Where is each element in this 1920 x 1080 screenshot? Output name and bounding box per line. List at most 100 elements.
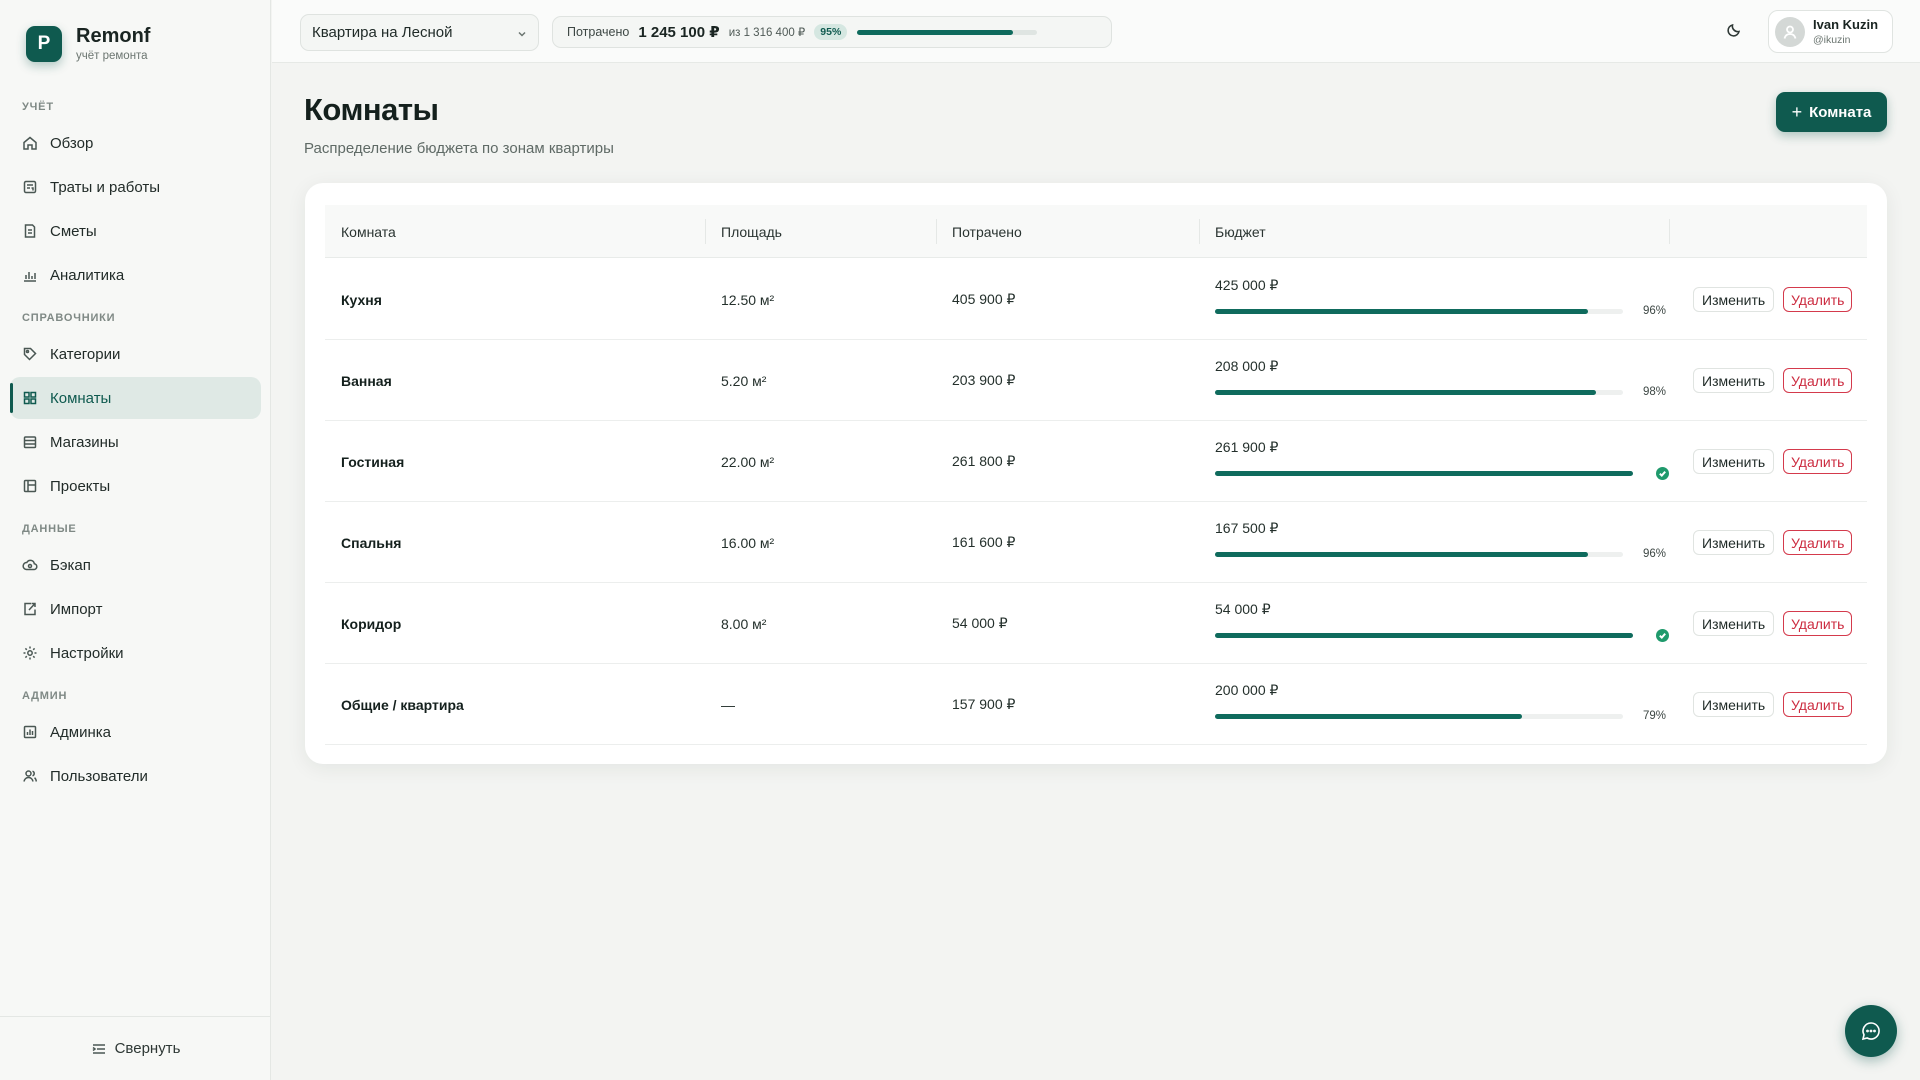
room-budget: 208 000 ₽: [1215, 358, 1279, 374]
column-header-spent: Потрачено: [952, 223, 1022, 240]
room-budget: 167 500 ₽: [1215, 520, 1279, 536]
project-select[interactable]: Квартира на Лесной: [300, 14, 539, 51]
room-area: 8.00 м²: [721, 615, 767, 632]
brand-logo: P: [26, 25, 62, 62]
spent-progress-fill: [857, 29, 1014, 35]
sidebar-item-settings[interactable]: Настройки: [10, 632, 261, 674]
delete-button[interactable]: Удалить: [1783, 449, 1853, 474]
sidebar-item-label: Настройки: [50, 644, 124, 662]
delete-button[interactable]: Удалить: [1783, 692, 1853, 717]
sidebar-item-rooms[interactable]: Комнаты: [10, 377, 261, 419]
collapse-label: Свернуть: [114, 1040, 181, 1057]
budget-progress-fill: [1215, 309, 1589, 314]
sidebar-item-label: Магазины: [50, 433, 119, 451]
sidebar-item-estimates[interactable]: Сметы: [10, 210, 261, 252]
edit-button[interactable]: Изменить: [1693, 530, 1775, 555]
users-icon: [22, 768, 38, 784]
budget-progress-bar: [1215, 714, 1623, 719]
sidebar-item-label: Траты и работы: [50, 178, 160, 196]
table-row: Коридор 8.00 м² 54 000 ₽ 54 000 ₽ Изменить Уд…: [325, 583, 1867, 664]
sidebar-item-label: Бэкап: [50, 556, 91, 574]
sidebar-item-backup[interactable]: Бэкап: [10, 544, 261, 586]
store-icon: [22, 434, 38, 450]
room-name: Общие / квартира: [341, 696, 464, 713]
room-name: Спальня: [341, 534, 402, 551]
user-name: Ivan Kuzin: [1813, 17, 1879, 32]
spent-label: Потрачено: [567, 25, 630, 39]
edit-button[interactable]: Изменить: [1693, 449, 1775, 474]
estimate-icon: [22, 223, 38, 239]
check-icon: [1656, 629, 1669, 642]
room-area: 22.00 м²: [721, 453, 775, 470]
budget-progress-fill: [1215, 471, 1633, 476]
sidebar-item-label: Аналитика: [50, 266, 125, 284]
sidebar-item-label: Импорт: [50, 600, 103, 618]
chat-button[interactable]: [1845, 1005, 1897, 1057]
sidebar-item-overview[interactable]: Обзор: [10, 122, 261, 164]
sidebar-item-admin[interactable]: Админка: [10, 711, 261, 753]
edit-button[interactable]: Изменить: [1693, 692, 1775, 717]
column-header-room: Комната: [341, 223, 396, 240]
room-area: 16.00 м²: [721, 534, 775, 551]
table-row: Гостиная 22.00 м² 261 800 ₽ 261 900 ₽ Измени…: [325, 421, 1867, 502]
user-icon: [1783, 25, 1797, 39]
budget-percent: 98%: [1643, 386, 1667, 398]
room-spent: 157 900 ₽: [952, 696, 1016, 712]
room-budget: 425 000 ₽: [1215, 277, 1279, 293]
room-area: —: [721, 696, 735, 713]
collapse-icon: [92, 1043, 105, 1054]
column-header-budget: Бюджет: [1215, 223, 1266, 240]
rooms-table: Комната Площадь Потрачено Бюджет Кухня 12…: [305, 183, 1887, 764]
room-spent: 161 600 ₽: [952, 534, 1016, 550]
edit-button[interactable]: Изменить: [1693, 611, 1775, 636]
collapse-sidebar-button[interactable]: Свернуть: [0, 1016, 271, 1080]
column-header-area: Площадь: [721, 223, 782, 240]
delete-button[interactable]: Удалить: [1783, 368, 1853, 393]
room-name: Кухня: [341, 291, 382, 308]
theme-toggle-button[interactable]: [1726, 22, 1744, 40]
add-room-label: Комната: [1809, 103, 1872, 121]
room-spent: 54 000 ₽: [952, 615, 1008, 631]
spent-total: из 1 316 400 ₽: [728, 27, 806, 39]
tag-icon: [22, 346, 38, 362]
sidebar-item-expenses[interactable]: Траты и работы: [10, 166, 261, 208]
room-name: Ванная: [341, 372, 392, 389]
page-subtitle: Распределение бюджета по зонам квартиры: [304, 140, 614, 157]
delete-button[interactable]: Удалить: [1783, 611, 1853, 636]
budget-progress-bar: [1215, 633, 1633, 638]
budget-progress-fill: [1215, 552, 1589, 557]
sidebar-item-analytics[interactable]: Аналитика: [10, 254, 261, 296]
sidebar-item-users[interactable]: Пользователи: [10, 755, 261, 797]
spent-progress-bar: [857, 29, 1038, 35]
gear-icon: [22, 645, 38, 661]
sidebar-item-import[interactable]: Импорт: [10, 588, 261, 630]
column-divider: [705, 219, 706, 244]
admin-icon: [22, 724, 38, 740]
column-divider: [1669, 219, 1670, 244]
edit-button[interactable]: Изменить: [1693, 287, 1775, 312]
edit-button[interactable]: Изменить: [1693, 368, 1775, 393]
delete-button[interactable]: Удалить: [1783, 287, 1853, 312]
budget-percent: 79%: [1643, 710, 1667, 722]
table-row: Спальня 16.00 м² 161 600 ₽ 167 500 ₽ 96% Изме…: [325, 502, 1867, 583]
sidebar-item-projects[interactable]: Проекты: [10, 465, 261, 507]
delete-button[interactable]: Удалить: [1783, 530, 1853, 555]
brand-name: Remonf: [76, 25, 151, 47]
sidebar-item-categories[interactable]: Категории: [10, 333, 261, 375]
brand[interactable]: P Remonf учёт ремонта: [26, 25, 150, 62]
budget-progress-bar: [1215, 471, 1633, 476]
import-icon: [22, 601, 38, 617]
sidebar-item-label: Проекты: [50, 477, 111, 495]
room-spent: 261 800 ₽: [952, 453, 1016, 469]
nav-section-data: ДАННЫЕ: [22, 523, 77, 535]
plus-icon: +: [1791, 101, 1803, 122]
sidebar-item-stores[interactable]: Магазины: [10, 421, 261, 463]
add-room-button[interactable]: + Комната: [1776, 92, 1887, 132]
user-menu[interactable]: Ivan Kuzin @ikuzin: [1768, 10, 1893, 53]
room-name: Гостиная: [341, 453, 405, 470]
sidebar-item-label: Пользователи: [50, 767, 148, 785]
check-icon: [1656, 467, 1669, 480]
table-row: Ванная 5.20 м² 203 900 ₽ 208 000 ₽ 98% Измени…: [325, 340, 1867, 421]
room-spent: 203 900 ₽: [952, 372, 1016, 388]
table-header: Комната Площадь Потрачено Бюджет: [325, 205, 1867, 258]
